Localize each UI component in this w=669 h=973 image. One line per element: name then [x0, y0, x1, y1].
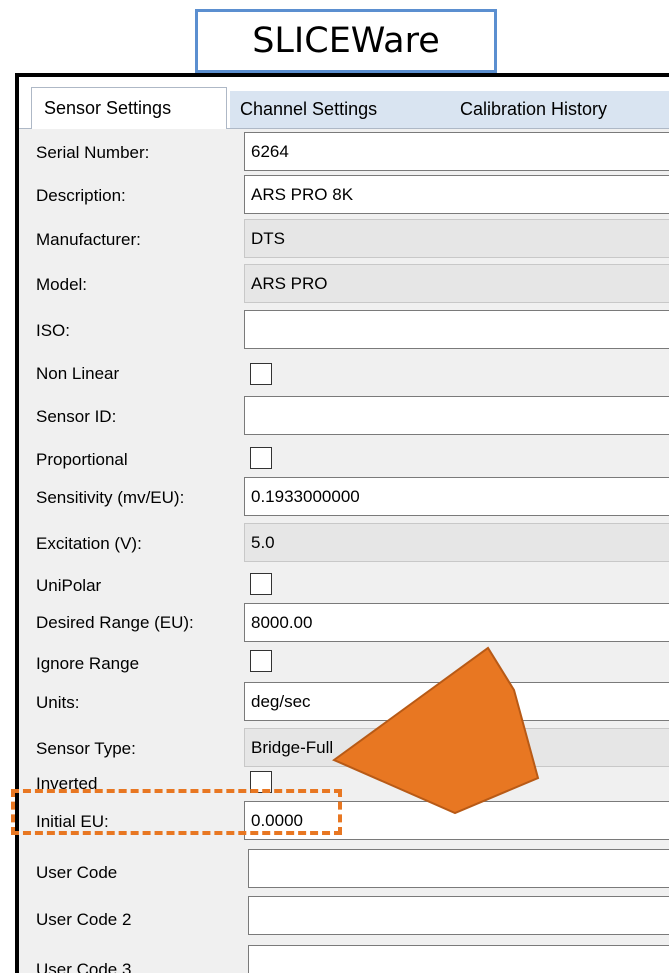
arrow-shape	[332, 646, 540, 815]
pointer-arrow-icon	[332, 646, 540, 815]
